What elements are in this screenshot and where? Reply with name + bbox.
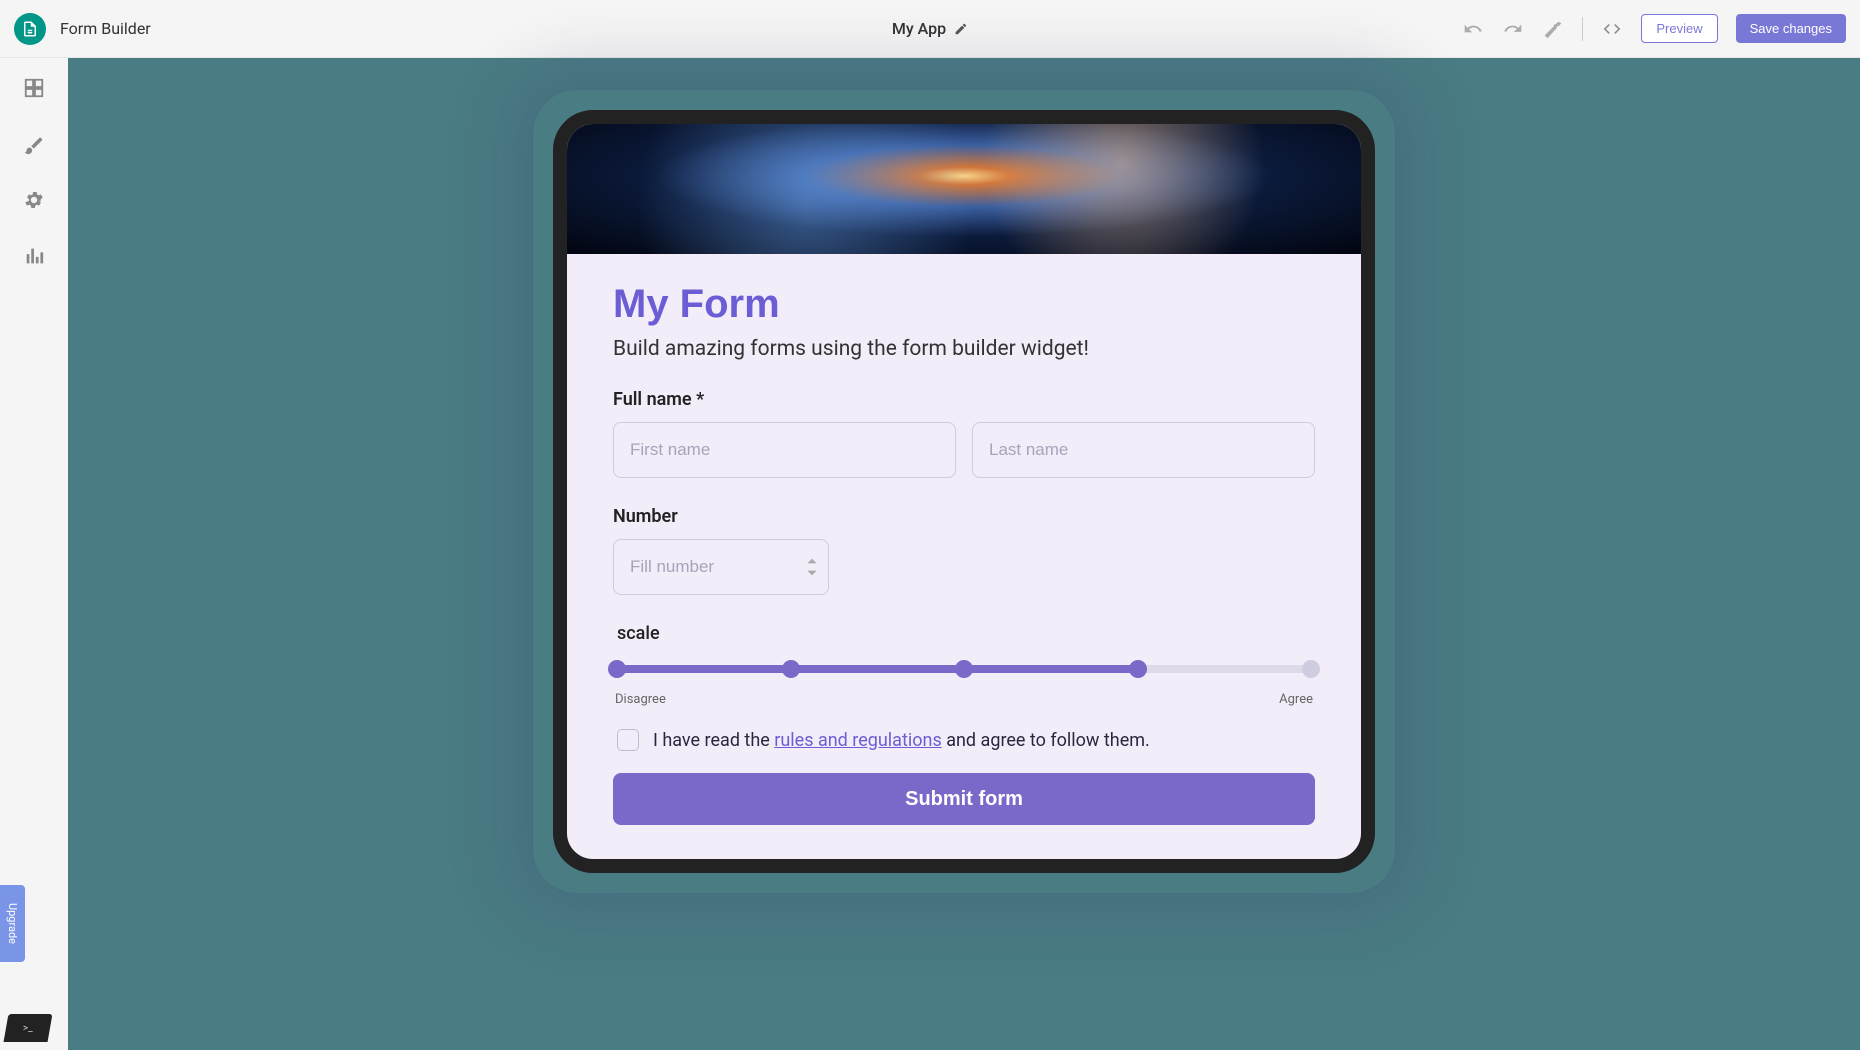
- number-stepper: [805, 556, 819, 578]
- consent-row: I have read the rules and regulations an…: [617, 729, 1315, 751]
- number-input-wrap: [613, 539, 829, 595]
- sidebar-item-paint[interactable]: [22, 132, 46, 156]
- brush-icon: [23, 133, 45, 155]
- code-button[interactable]: [1601, 18, 1623, 40]
- edit-app-name-icon[interactable]: [954, 22, 968, 36]
- topbar-left: Form Builder: [14, 13, 1462, 45]
- save-button[interactable]: Save changes: [1736, 14, 1846, 43]
- topbar-center: My App: [892, 19, 968, 38]
- sidebar-item-analytics[interactable]: [22, 244, 46, 268]
- scale-dot-5[interactable]: [1302, 660, 1320, 678]
- scale-left-label: Disagree: [615, 692, 666, 707]
- consent-text: I have read the rules and regulations an…: [653, 730, 1150, 751]
- scale-dot-4[interactable]: [1129, 660, 1147, 678]
- redo-icon: [1503, 19, 1523, 39]
- number-input[interactable]: [613, 539, 829, 595]
- upgrade-tab[interactable]: Upgrade: [0, 885, 25, 962]
- section-title: Form Builder: [60, 19, 151, 38]
- terminal-icon[interactable]: [4, 1014, 53, 1042]
- redo-button[interactable]: [1502, 18, 1524, 40]
- chart-icon: [23, 245, 45, 267]
- full-name-row: [613, 422, 1315, 478]
- number-label: Number: [613, 506, 1315, 527]
- hammer-button[interactable]: [1542, 18, 1564, 40]
- undo-icon: [1463, 19, 1483, 39]
- undo-button[interactable]: [1462, 18, 1484, 40]
- scale-dot-2[interactable]: [782, 660, 800, 678]
- app-logo[interactable]: [14, 13, 46, 45]
- app-name: My App: [892, 19, 946, 38]
- form-title: My Form: [613, 282, 1315, 327]
- form-subtitle: Build amazing forms using the form build…: [613, 337, 1315, 361]
- consent-link[interactable]: rules and regulations: [774, 730, 941, 751]
- first-name-input[interactable]: [613, 422, 956, 478]
- consent-suffix: and agree to follow them.: [942, 730, 1150, 751]
- scale-dot-3[interactable]: [955, 660, 973, 678]
- scale-track[interactable]: [617, 660, 1311, 678]
- code-icon: [1602, 19, 1622, 39]
- canvas: My Form Build amazing forms using the fo…: [68, 58, 1860, 1050]
- scale-track-fill: [617, 665, 1138, 673]
- scale-right-label: Agree: [1279, 692, 1313, 707]
- consent-prefix: I have read the: [653, 730, 774, 751]
- grid-icon: [23, 77, 45, 99]
- device-frame-wrapper: My Form Build amazing forms using the fo…: [539, 96, 1389, 887]
- topbar-right: Preview Save changes: [1462, 14, 1846, 43]
- scale-label: scale: [617, 623, 1315, 644]
- full-name-label: Full name *: [613, 389, 1315, 410]
- topbar: Form Builder My App Preview Save changes: [0, 0, 1860, 58]
- number-section: Number: [613, 506, 1315, 595]
- preview-button[interactable]: Preview: [1641, 14, 1717, 43]
- last-name-input[interactable]: [972, 422, 1315, 478]
- scale-endpoints: Disagree Agree: [613, 692, 1315, 707]
- divider: [1582, 17, 1583, 41]
- hammer-icon: [1543, 19, 1563, 39]
- consent-checkbox[interactable]: [617, 729, 639, 751]
- form-hero-image: [567, 124, 1361, 254]
- chevron-down-icon[interactable]: [805, 568, 819, 578]
- chevron-up-icon[interactable]: [805, 556, 819, 566]
- sidebar: Upgrade: [0, 58, 68, 1050]
- form-body: My Form Build amazing forms using the fo…: [567, 254, 1361, 859]
- scale-dot-1[interactable]: [608, 660, 626, 678]
- scale-section: scale Disagree Agree: [613, 623, 1315, 707]
- sidebar-item-layout[interactable]: [22, 76, 46, 100]
- sidebar-item-settings[interactable]: [22, 188, 46, 212]
- document-icon: [21, 20, 39, 38]
- submit-button[interactable]: Submit form: [613, 773, 1315, 825]
- device-frame: My Form Build amazing forms using the fo…: [553, 110, 1375, 873]
- gear-icon: [23, 189, 45, 211]
